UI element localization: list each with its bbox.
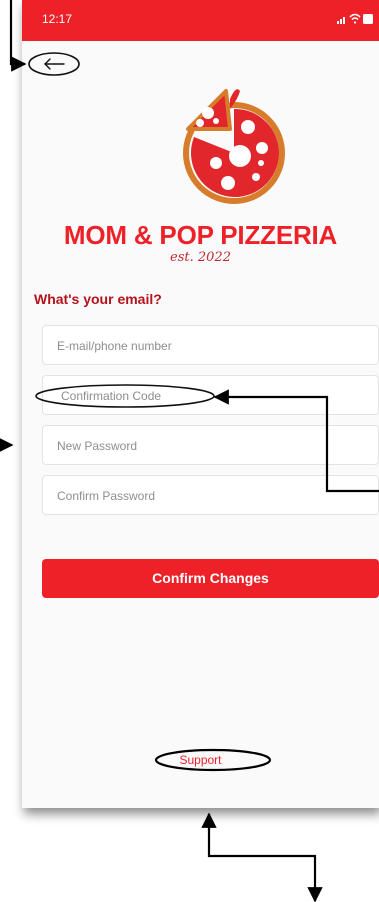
new-password-placeholder: New Password [57,439,138,453]
confirm-changes-button[interactable]: Confirm Changes [42,559,379,598]
phone-screen: 12:17 MOM & POP PIZZERIA est. 2022 What'… [22,0,379,808]
confirm-password-field[interactable]: Confirm Password [42,475,379,515]
established-tagline: est. 2022 [170,250,231,265]
form-heading: What's your email? [34,291,162,307]
confirmation-code-field[interactable]: Confirmation Code [35,375,379,415]
email-field[interactable]: E-mail/phone number [42,325,379,365]
support-link[interactable]: Support [22,753,379,767]
status-icons [337,13,373,24]
annotation-arrow-support [207,829,323,902]
arrow-left-icon [44,58,65,70]
new-password-field[interactable]: New Password [42,425,379,465]
back-button[interactable] [27,51,81,77]
status-bar: 12:17 [22,0,379,41]
email-placeholder: E-mail/phone number [57,339,172,353]
code-placeholder: Confirmation Code [61,389,162,403]
signal-icon [337,17,345,24]
status-time: 12:17 [42,12,73,26]
brand-name: MOM & POP PIZZERIA [63,220,338,250]
battery-icon [363,14,373,24]
pizza-logo-icon [183,89,285,204]
wifi-icon [349,13,361,24]
confirm-password-placeholder: Confirm Password [57,489,156,503]
